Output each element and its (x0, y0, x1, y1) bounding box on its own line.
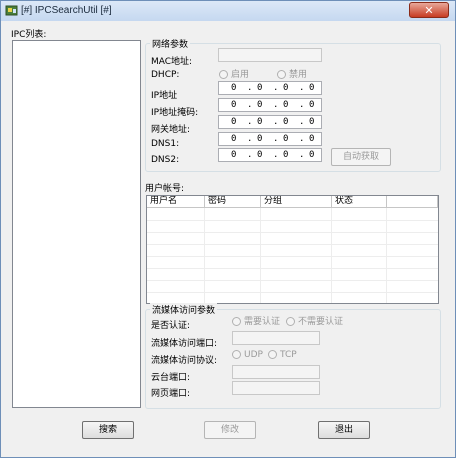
column-divider (260, 208, 261, 303)
ip-address-field[interactable]: 0. 0. 0. 0 (218, 81, 322, 95)
row-divider (147, 256, 438, 257)
row-divider (147, 292, 438, 293)
stream-params-title: 流媒体访问参数 (150, 303, 218, 316)
auto-get-button[interactable]: 自动获取 (331, 148, 391, 166)
dns2-field[interactable]: 0. 0. 0. 0 (218, 148, 322, 162)
radio-circle-icon (219, 70, 228, 79)
mask-label: IP地址掩码: (151, 108, 199, 118)
row-divider (147, 232, 438, 233)
exit-button[interactable]: 退出 (318, 421, 370, 439)
row-divider (147, 280, 438, 281)
column-header-username[interactable]: 用户名 (147, 196, 205, 208)
main-window: [#] IPCSearchUtil [#] ✕ IPC列表: 网络参数 MAC地… (0, 0, 456, 458)
app-icon (5, 5, 18, 16)
close-button[interactable]: ✕ (409, 2, 449, 18)
subnet-mask-field[interactable]: 0. 0. 0. 0 (218, 98, 322, 112)
column-header-group[interactable]: 分组 (261, 196, 332, 208)
ipc-list-label: IPC列表: (11, 30, 47, 40)
stream-port-field[interactable] (232, 331, 320, 345)
ptz-port-field[interactable] (232, 365, 320, 379)
column-header-filler (387, 196, 438, 208)
close-icon: ✕ (424, 4, 434, 17)
ptz-port-label: 云台端口: (151, 373, 191, 383)
search-button[interactable]: 搜索 (82, 421, 134, 439)
radio-circle-icon (232, 317, 241, 326)
column-header-status[interactable]: 状态 (332, 196, 387, 208)
radio-circle-icon (232, 350, 241, 359)
dns2-label: DNS2: (151, 155, 180, 165)
row-divider (147, 220, 438, 221)
radio-circle-icon (277, 70, 286, 79)
user-accounts-label: 用户帐号: (145, 184, 185, 194)
column-divider (386, 208, 387, 303)
udp-radio[interactable]: UDP (232, 350, 263, 360)
dhcp-disable-radio[interactable]: 禁用 (277, 67, 307, 80)
column-divider (204, 208, 205, 303)
stream-port-label: 流媒体访问端口: (151, 339, 218, 349)
ip-label: IP地址 (151, 91, 178, 101)
dns1-label: DNS1: (151, 139, 180, 149)
column-header-password[interactable]: 密码 (205, 196, 261, 208)
stream-protocol-label: 流媒体访问协议: (151, 356, 218, 366)
column-divider (331, 208, 332, 303)
auth-not-required-radio[interactable]: 不需要认证 (286, 314, 343, 327)
dhcp-enable-radio[interactable]: 启用 (219, 67, 249, 80)
mac-field[interactable] (218, 48, 322, 62)
client-area: IPC列表: 网络参数 MAC地址: DHCP: 启用 禁用 IP地址 0. 0… (2, 21, 454, 457)
web-port-label: 网页端口: (151, 389, 191, 399)
user-accounts-table[interactable]: 用户名 密码 分组 状态 (146, 195, 439, 304)
window-title: [#] IPCSearchUtil [#] (21, 5, 112, 16)
auth-label: 是否认证: (151, 321, 191, 331)
row-divider (147, 268, 438, 269)
auth-required-radio[interactable]: 需要认证 (232, 314, 280, 327)
dns1-field[interactable]: 0. 0. 0. 0 (218, 132, 322, 146)
mac-label: MAC地址: (151, 57, 193, 67)
tcp-radio[interactable]: TCP (268, 350, 297, 360)
modify-button[interactable]: 修改 (204, 421, 256, 439)
ipc-list[interactable] (12, 40, 141, 408)
gateway-label: 网关地址: (151, 125, 191, 135)
gateway-field[interactable]: 0. 0. 0. 0 (218, 115, 322, 129)
row-divider (147, 244, 438, 245)
network-params-title: 网络参数 (150, 37, 191, 50)
radio-circle-icon (286, 317, 295, 326)
title-bar[interactable]: [#] IPCSearchUtil [#] ✕ (1, 1, 455, 21)
radio-circle-icon (268, 350, 277, 359)
web-port-field[interactable] (232, 381, 320, 395)
dhcp-label: DHCP: (151, 70, 180, 80)
